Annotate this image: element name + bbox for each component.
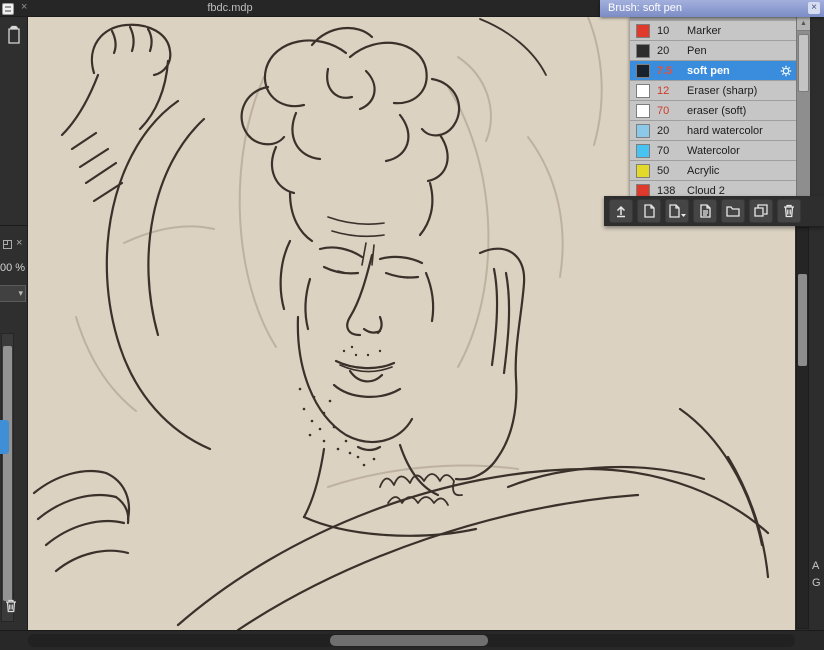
- brush-list-scrollbar[interactable]: ▲: [796, 17, 810, 196]
- delete-brush-icon[interactable]: [777, 199, 801, 223]
- zoom-value: 00 %: [0, 262, 26, 274]
- brush-color-swatch: [636, 183, 650, 196]
- dock-panel-icon[interactable]: [3, 240, 12, 249]
- brush-name: hard watercolor: [687, 124, 763, 137]
- brush-row[interactable]: 138 Cloud 2: [630, 181, 796, 196]
- brush-row[interactable]: 20 hard watercolor: [630, 121, 796, 141]
- scrollbar-thumb[interactable]: [3, 346, 12, 601]
- scrollbar-thumb[interactable]: [330, 635, 488, 646]
- brush-name: Cloud 2: [687, 184, 725, 197]
- panel-tab-icon[interactable]: [2, 3, 14, 15]
- zoom-dropdown[interactable]: ▾: [0, 285, 26, 302]
- brush-panel-header[interactable]: Brush: soft pen ×: [600, 0, 824, 17]
- close-icon[interactable]: ×: [808, 2, 820, 14]
- brush-color-swatch: [636, 123, 650, 138]
- brush-toolbar: [604, 196, 824, 226]
- brush-size: 70: [657, 104, 670, 117]
- brush-row[interactable]: 70 Watercolor: [630, 141, 796, 161]
- brush-row[interactable]: 12 Eraser (sharp): [630, 81, 796, 101]
- scrollbar-thumb[interactable]: [798, 34, 809, 92]
- brush-color-swatch: [636, 143, 650, 158]
- new-brush-menu-icon[interactable]: [665, 199, 689, 223]
- canvas-vscrollbar[interactable]: [796, 227, 809, 629]
- chevron-down-icon: ▾: [18, 288, 23, 298]
- brush-row[interactable]: 50 Acrylic: [630, 161, 796, 181]
- scroll-up-icon[interactable]: ▲: [797, 17, 810, 31]
- bottom-scrollbar-area: [0, 630, 824, 650]
- brush-color-swatch: [636, 43, 650, 58]
- brush-row[interactable]: 70 eraser (soft): [630, 101, 796, 121]
- brush-color-swatch: [636, 103, 650, 118]
- brush-color-swatch: [636, 83, 650, 98]
- brush-size: 20: [657, 44, 670, 57]
- duplicate-brush-icon[interactable]: [749, 199, 773, 223]
- brush-size: 10: [657, 24, 670, 37]
- document-title: fbdc.mdp: [207, 2, 253, 14]
- brush-size: 50: [657, 164, 670, 177]
- brush-row[interactable]: 20 Pen: [630, 41, 796, 61]
- brush-properties-icon[interactable]: [693, 199, 717, 223]
- panel-label-fragment: A: [812, 560, 820, 572]
- clipboard-icon[interactable]: [5, 25, 23, 45]
- brush-name: Eraser (sharp): [687, 84, 758, 97]
- brush-name: Acrylic: [687, 164, 720, 177]
- canvas-hscrollbar[interactable]: [28, 634, 795, 647]
- brush-size: 12: [657, 84, 670, 97]
- brush-size: 20: [657, 124, 670, 137]
- panel-edge: [810, 17, 824, 226]
- brush-color-swatch: [636, 23, 650, 38]
- brush-row[interactable]: 10 Marker: [630, 21, 796, 41]
- app-window: × fbdc.mdp × 00 % ▾ Brush: soft pen × 10…: [0, 0, 824, 650]
- panel-label-fragment: G: [812, 577, 821, 589]
- trash-icon[interactable]: [3, 598, 21, 616]
- brush-folder-icon[interactable]: [721, 199, 745, 223]
- brush-name: Watercolor: [687, 144, 740, 157]
- close-icon[interactable]: ×: [16, 237, 22, 249]
- brush-panel-body: 10 Marker 20 Pen 7.5 soft pen 12 Eraser …: [630, 17, 810, 196]
- gear-icon[interactable]: [779, 64, 793, 78]
- left-toolbar: × 00 % ▾: [0, 17, 28, 630]
- brush-name: Pen: [687, 44, 707, 57]
- brush-color-swatch: [636, 63, 650, 78]
- add-brush-upload-icon[interactable]: [609, 199, 633, 223]
- brush-panel-title: Brush: soft pen: [608, 2, 682, 14]
- brush-row-selected[interactable]: 7.5 soft pen: [630, 61, 796, 81]
- scrollbar-thumb[interactable]: [798, 274, 807, 366]
- close-icon[interactable]: ×: [21, 1, 27, 13]
- brush-size: 7.5: [657, 64, 673, 77]
- brush-size: 70: [657, 144, 670, 157]
- new-brush-icon[interactable]: [637, 199, 661, 223]
- selected-item-fragment[interactable]: [0, 420, 9, 454]
- right-panel-strip: A G: [795, 226, 824, 630]
- left-panel-scrollbar[interactable]: [1, 333, 14, 622]
- divider: [0, 225, 28, 226]
- brush-size: 138: [657, 184, 676, 197]
- brush-color-swatch: [636, 163, 650, 178]
- brush-name: Marker: [687, 24, 722, 37]
- brush-name: eraser (soft): [687, 104, 747, 117]
